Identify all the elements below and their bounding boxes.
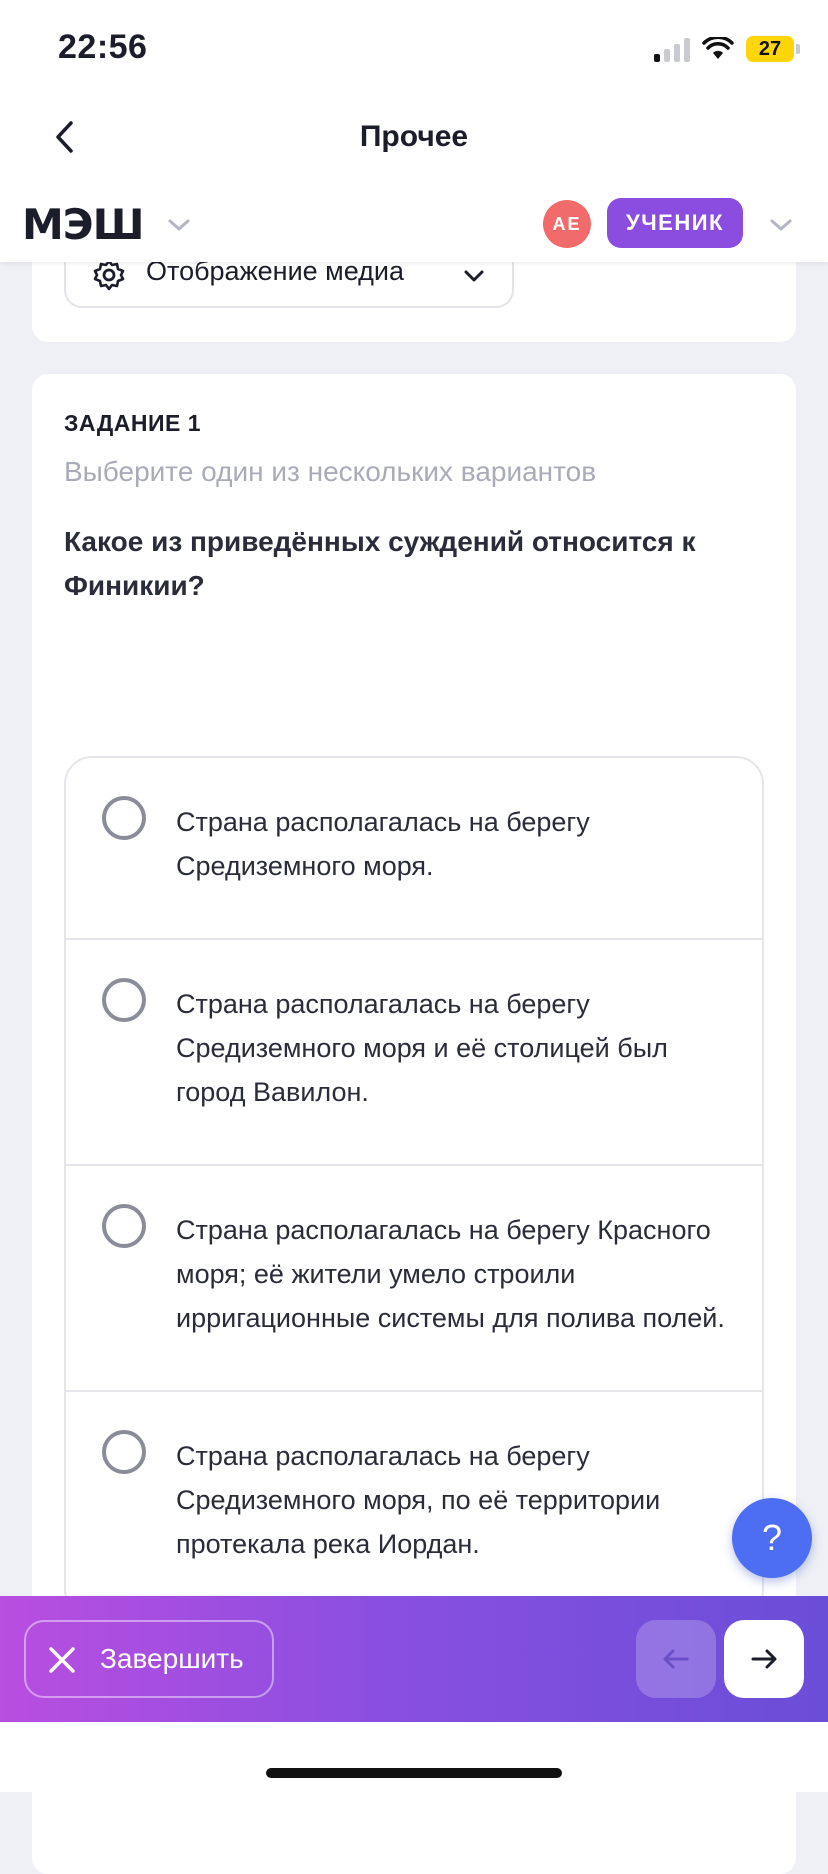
answer-option-text: Страна располагалась на берегу Средиземн… [176, 989, 668, 1107]
gear-icon [93, 259, 125, 291]
page-title: Прочее [359, 120, 469, 153]
wifi-icon [702, 37, 734, 59]
task-number: ЗАДАНИЕ 1 [64, 410, 202, 436]
finish-label: Завершить [100, 1643, 244, 1674]
chevron-down-icon[interactable] [766, 210, 796, 240]
radio-button[interactable] [102, 796, 146, 840]
answer-option[interactable]: Страна располагалась на берегу Красного … [66, 1164, 762, 1390]
status-icons: 27 [654, 34, 800, 64]
home-indicator[interactable] [266, 1768, 562, 1778]
mesh-logo[interactable]: МЭШ [22, 200, 145, 249]
answer-options: Страна располагалась на берегу Средиземн… [64, 756, 764, 1618]
app-bar: МЭШ АЕ УЧЕНИК [0, 186, 828, 262]
role-badge[interactable]: УЧЕНИК [607, 198, 743, 248]
finish-button[interactable]: Завершить [24, 1620, 274, 1698]
home-indicator-area [0, 1722, 828, 1792]
avatar[interactable]: АЕ [543, 200, 591, 248]
answer-option-text: Страна располагалась на берегу Красного … [176, 1215, 725, 1333]
close-icon [49, 1647, 75, 1673]
radio-button[interactable] [102, 1204, 146, 1248]
arrow-left-icon [663, 1649, 689, 1669]
cellular-signal-icon [654, 36, 690, 62]
chevron-down-icon[interactable] [164, 210, 194, 240]
status-time: 22:56 [58, 28, 148, 66]
nav-header: Прочее [0, 92, 828, 186]
bottom-action-bar: Завершить [0, 1596, 828, 1722]
answer-option[interactable]: Страна располагалась на берегу Средиземн… [66, 758, 762, 938]
answer-option-text: Страна располагалась на берегу Средиземн… [176, 1441, 661, 1559]
battery-icon: 27 [746, 36, 800, 62]
answer-option[interactable]: Страна располагалась на берегу Средиземн… [66, 1390, 762, 1616]
previous-task-button[interactable] [636, 1620, 716, 1698]
arrow-right-icon [751, 1649, 777, 1669]
help-button[interactable]: ? [732, 1498, 812, 1578]
chevron-down-icon [464, 270, 484, 282]
task-hint: Выберите один из нескольких вариантов [64, 456, 597, 487]
next-task-button[interactable] [724, 1620, 804, 1698]
status-bar: 22:56 27 [0, 0, 828, 92]
answer-option[interactable]: Страна располагалась на берегу Средиземн… [66, 938, 762, 1164]
radio-button[interactable] [102, 1430, 146, 1474]
radio-button[interactable] [102, 978, 146, 1022]
answer-option-text: Страна располагалась на берегу Средиземн… [176, 807, 590, 881]
task-question: Какое из приведённых суждений относится … [64, 526, 696, 601]
